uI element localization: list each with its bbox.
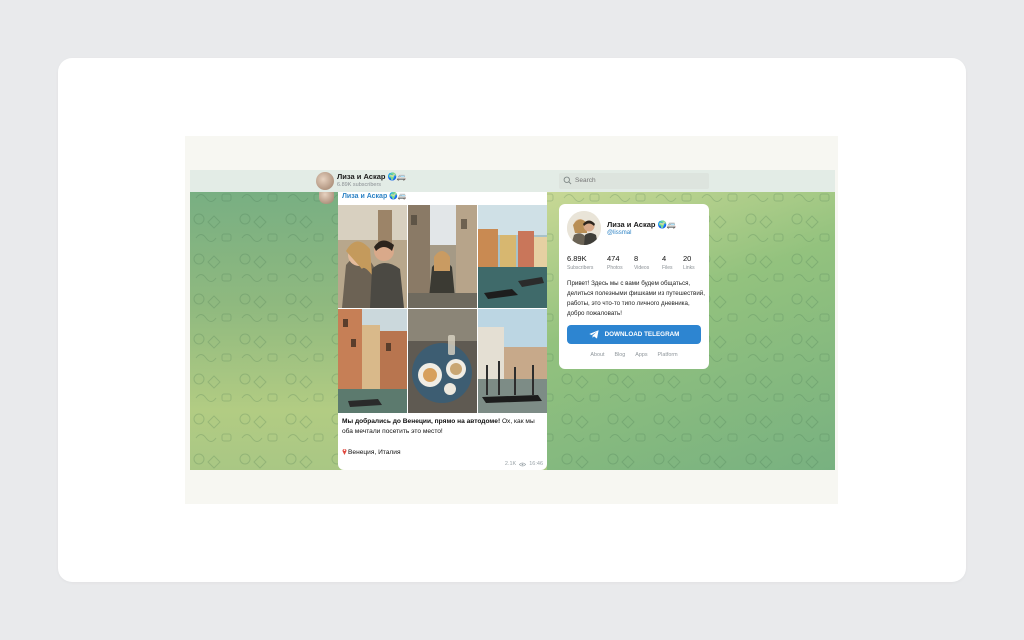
album-photo-canal-boats[interactable] [478, 205, 547, 308]
channel-title[interactable]: Лиза и Аскар 🌍🚐 [337, 172, 406, 181]
search-box[interactable] [559, 173, 709, 189]
post-views: 2.1K [504, 461, 517, 467]
album-photo-canal-houses[interactable] [338, 309, 407, 413]
eye-icon [519, 462, 527, 466]
stat-links-value: 20 [683, 254, 692, 263]
post-location: Венеция, Италия [342, 448, 401, 456]
stat-files-label: Files [662, 265, 673, 271]
search-icon [563, 176, 572, 185]
link-blog[interactable]: Blog [614, 352, 625, 358]
channel-subscribers: 6.89K subscribers [337, 182, 382, 188]
channel-profile-handle[interactable]: @lissmal [607, 230, 631, 236]
post-caption-bold: Мы добрались до Венеции, прямо на автодо… [342, 418, 501, 425]
channel-description: Привет! Здесь мы с вами будем общаться, … [567, 280, 705, 317]
stat-photos[interactable]: 474 Photos [607, 254, 623, 271]
chat-header: Лиза и Аскар 🌍🚐 6.89K subscribers [190, 170, 835, 192]
message-avatar[interactable] [319, 192, 334, 204]
album-photo-woman-canal-street[interactable] [408, 205, 477, 308]
stat-files-value: 4 [662, 254, 667, 263]
download-telegram-button[interactable]: DOWNLOAD TELEGRAM [567, 325, 701, 344]
photo-album [338, 205, 547, 413]
post-caption: Мы добрались до Венеции, прямо на автодо… [342, 417, 544, 437]
stat-photos-label: Photos [607, 265, 623, 271]
stat-photos-value: 474 [607, 254, 620, 263]
channel-profile-avatar[interactable] [567, 211, 601, 245]
stat-subscribers: 6.89K Subscribers [567, 254, 593, 271]
channel-info-card: Лиза и Аскар 🌍🚐 @lissmal 6.89K Subscribe… [559, 204, 709, 369]
stat-subscribers-label: Subscribers [567, 265, 594, 271]
post-location-text: Венеция, Италия [348, 449, 401, 456]
link-about[interactable]: About [590, 352, 604, 358]
link-platform[interactable]: Platform [658, 352, 678, 358]
channel-post: Лиза и Аскар 🌍🚐 Мы добрались до Венеции,… [338, 192, 547, 470]
album-photo-gondolas-pier[interactable] [478, 309, 547, 413]
download-telegram-label: DOWNLOAD TELEGRAM [604, 331, 680, 338]
post-meta: 2.1K 16:46 [505, 461, 543, 467]
footer-links: About Blog Apps Platform [559, 352, 709, 358]
telegram-plane-icon [588, 330, 599, 339]
stat-videos-value: 8 [634, 254, 639, 263]
stat-videos[interactable]: 8 Videos [634, 254, 649, 271]
telegram-web-preview: Лиза и Аскар 🌍🚐 6.89K subscribers Лиза и… [190, 170, 835, 470]
stat-videos-label: Videos [634, 265, 650, 271]
channel-profile-name: Лиза и Аскар 🌍🚐 [607, 220, 677, 229]
link-apps[interactable]: Apps [635, 352, 647, 358]
post-author[interactable]: Лиза и Аскар 🌍🚐 [342, 192, 407, 200]
stat-files[interactable]: 4 Files [662, 254, 673, 271]
stat-links-label: Links [683, 265, 695, 271]
location-pin-icon [342, 449, 347, 455]
album-photo-table-food[interactable] [408, 309, 477, 413]
search-input[interactable] [575, 173, 703, 189]
stat-links[interactable]: 20 Links [683, 254, 695, 271]
channel-avatar[interactable] [316, 172, 334, 190]
album-photo-selfie-couple[interactable] [338, 205, 407, 308]
stat-subscribers-value: 6.89K [567, 254, 587, 263]
post-time: 16:46 [529, 461, 543, 467]
